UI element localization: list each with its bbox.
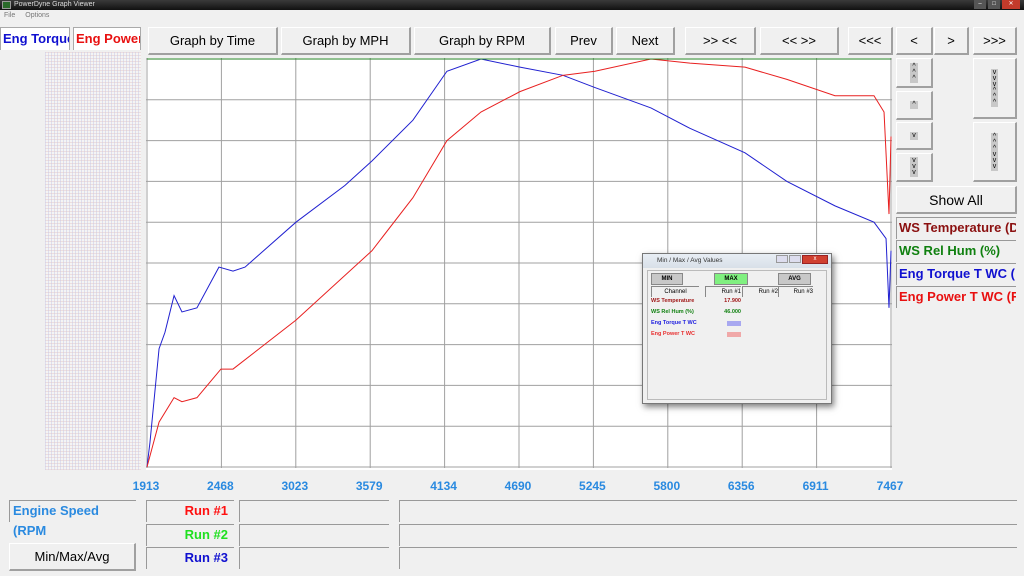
compress-scale-button[interactable]: ^ ^ ^ v v v	[973, 122, 1017, 182]
scale-up-fast-button[interactable]: ^ ^ ^	[896, 58, 933, 88]
step-left-button[interactable]: <	[896, 27, 933, 55]
run-3-label[interactable]: Run #3	[146, 547, 234, 569]
run-2-label[interactable]: Run #2	[146, 524, 234, 546]
minimize-button[interactable]: –	[974, 0, 986, 9]
row-ws-temperature: WS Temperature	[651, 298, 695, 304]
dialog-maximize-button[interactable]	[789, 255, 801, 263]
column-run-2: Run #2	[742, 286, 778, 297]
graph-by-rpm-button[interactable]: Graph by RPM	[414, 27, 551, 55]
tab-eng-power[interactable]: Eng Power	[73, 27, 141, 50]
row-ws-rel-hum: WS Rel Hum (%)	[651, 309, 694, 315]
scroll-end-button[interactable]: >>>	[973, 27, 1017, 55]
show-all-button[interactable]: Show All	[896, 186, 1017, 214]
value-eng-power-obscured	[727, 332, 741, 337]
graph-by-mph-button[interactable]: Graph by MPH	[281, 27, 411, 55]
zoom-out-button[interactable]: << >>	[760, 27, 839, 55]
menu-bar: File Options	[0, 10, 1024, 22]
scroll-start-button[interactable]: <<<	[848, 27, 893, 55]
graph-by-time-button[interactable]: Graph by Time	[148, 27, 278, 55]
column-run-1: Run #1	[705, 286, 741, 297]
legend-ws-rel-hum[interactable]: WS Rel Hum (%)	[896, 240, 1016, 262]
prev-button[interactable]: Prev	[555, 27, 613, 55]
close-button[interactable]: ✕	[1002, 0, 1020, 9]
column-channel: Channel	[651, 286, 699, 297]
legend-eng-power[interactable]: Eng Power T WC (F	[896, 286, 1016, 308]
max-button[interactable]: MAX	[714, 273, 748, 285]
value-ws-temperature: 17.900	[724, 298, 741, 304]
expand-scale-button[interactable]: v v v ^ ^ ^	[973, 58, 1017, 119]
x-tick-label: 6911	[802, 479, 829, 493]
zoom-in-button[interactable]: >> <<	[685, 27, 756, 55]
dialog-title: Min / Max / Avg Values	[657, 257, 723, 264]
chevrons-compress-icon: ^ ^ ^ v v v	[990, 132, 999, 171]
scale-up-button[interactable]: ^	[896, 91, 933, 120]
window-controls: – □ ✕	[974, 0, 1020, 10]
triple-chevron-down-icon: v v v	[910, 157, 918, 177]
y-axis-labels	[45, 52, 141, 470]
min-max-avg-button[interactable]: Min/Max/Avg	[9, 543, 136, 571]
dialog-minimize-button[interactable]	[776, 255, 788, 263]
scale-down-fast-button[interactable]: v v v	[896, 153, 933, 182]
x-tick-label: 1913	[132, 479, 160, 493]
run-1-info	[399, 500, 1017, 522]
menu-file[interactable]: File	[4, 10, 15, 22]
chevrons-expand-icon: v v v ^ ^ ^	[990, 69, 999, 107]
window-title: PowerDyne Graph Viewer	[14, 1, 95, 8]
x-tick-label: 7467	[876, 479, 904, 493]
dialog-close-button[interactable]: x	[802, 255, 828, 264]
avg-button[interactable]: AVG	[778, 273, 811, 285]
legend-eng-torque[interactable]: Eng Torque T WC (	[896, 263, 1016, 285]
legend-ws-temperature[interactable]: WS Temperature (D	[896, 217, 1016, 239]
row-eng-power: Eng Power T WC	[651, 331, 695, 337]
x-tick-label: 5800	[653, 479, 681, 493]
scale-down-button[interactable]: v	[896, 122, 933, 150]
value-eng-torque-obscured	[727, 321, 741, 326]
run-3-info	[399, 547, 1017, 569]
app-icon	[2, 1, 11, 9]
run-1-label[interactable]: Run #1	[146, 500, 234, 522]
column-run-3: Run #3	[778, 286, 813, 297]
run-1-field	[239, 500, 389, 522]
x-tick-label: 4134	[430, 479, 457, 493]
row-eng-torque: Eng Torque T WC	[651, 320, 697, 326]
next-button[interactable]: Next	[616, 27, 675, 55]
min-max-avg-dialog: Min / Max / Avg Values x MIN MAX AVG Cha…	[642, 253, 832, 404]
x-tick-label: 5245	[579, 479, 606, 493]
menu-options[interactable]: Options	[25, 10, 49, 22]
x-tick-label: 6356	[727, 479, 755, 493]
run-2-field	[239, 524, 389, 546]
step-right-button[interactable]: >	[934, 27, 969, 55]
x-tick-label: 3023	[281, 479, 309, 493]
min-button[interactable]: MIN	[651, 273, 683, 285]
maximize-button[interactable]: □	[988, 0, 1000, 9]
triple-chevron-up-icon: ^ ^ ^	[910, 62, 918, 83]
title-bar: PowerDyne Graph Viewer	[0, 0, 1024, 10]
x-tick-label: 3579	[355, 479, 383, 493]
run-2-info	[399, 524, 1017, 546]
chevron-up-icon: ^	[910, 101, 918, 109]
x-tick-label: 4690	[504, 479, 532, 493]
x-tick-label: 2468	[207, 479, 234, 493]
tab-eng-torque[interactable]: Eng Torque	[0, 27, 70, 50]
x-channel-label[interactable]: Engine Speed (RPM	[9, 500, 136, 538]
chevron-down-icon: v	[910, 131, 918, 140]
value-ws-rel-hum: 46.000	[724, 309, 741, 315]
run-3-field	[239, 547, 389, 569]
